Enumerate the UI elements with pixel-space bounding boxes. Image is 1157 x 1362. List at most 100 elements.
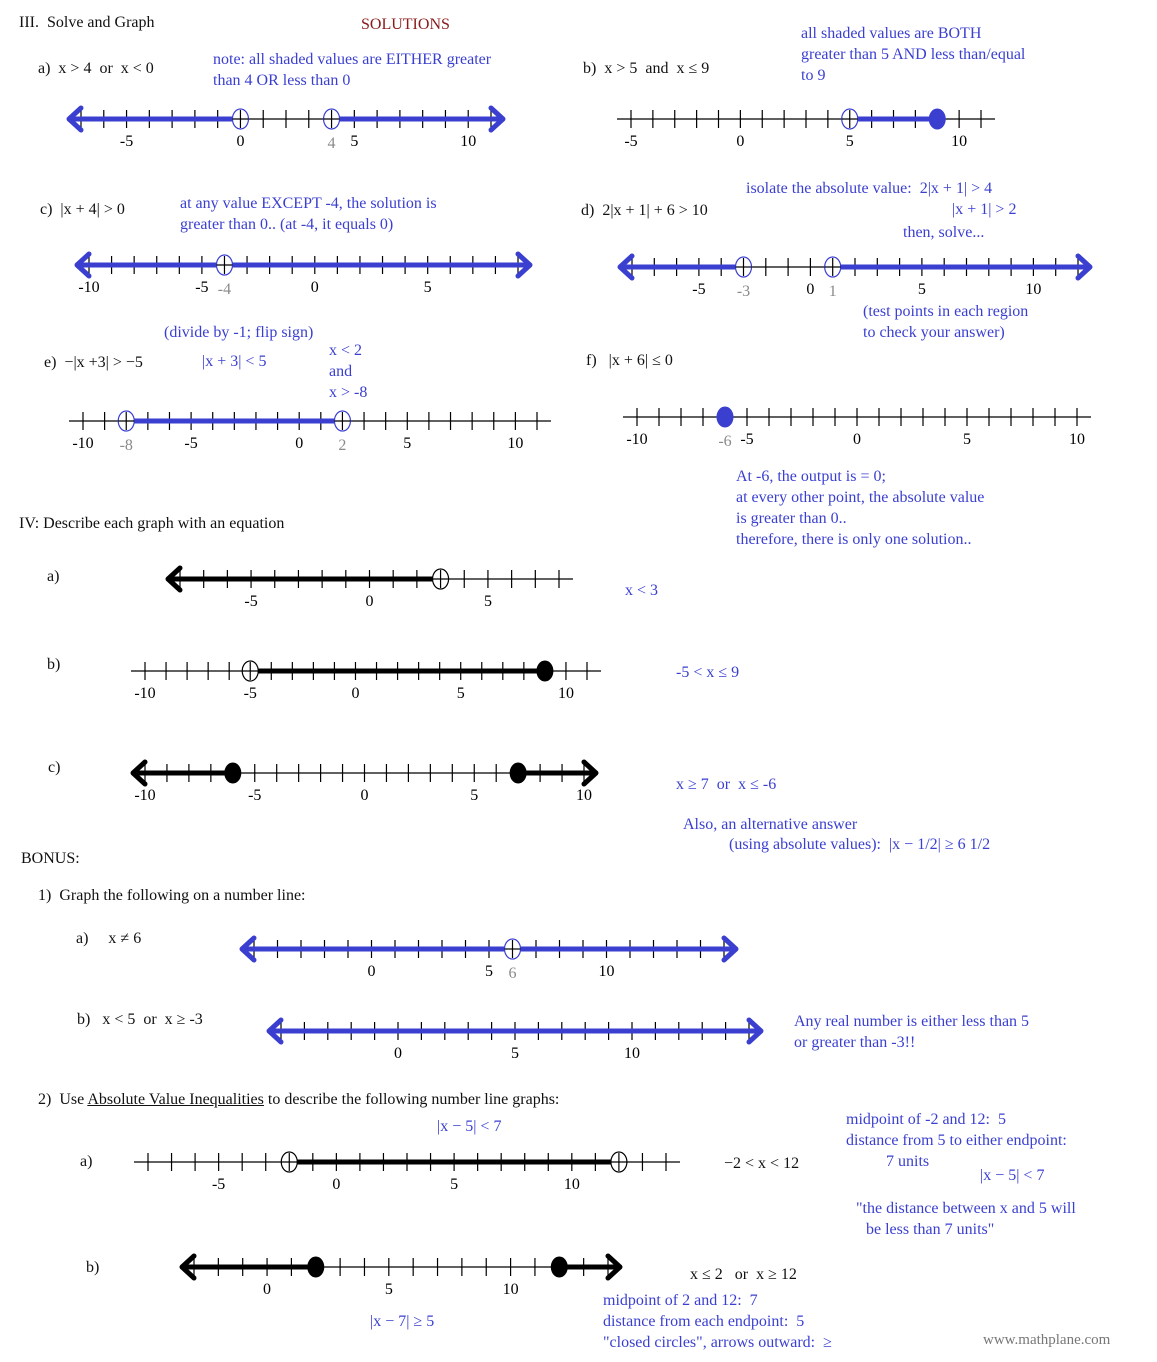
problem-3d-test-note-2: to check your answer) <box>863 324 1005 341</box>
tick-label: 0 <box>295 435 303 452</box>
problem-4c-alt-2: (using absolute values): |x − 1/2| ≥ 6 1… <box>729 836 991 853</box>
bonus-2b-note-1: midpoint of 2 and 12: 7 <box>603 1292 758 1309</box>
problem-4a-label: a) <box>47 568 60 585</box>
tick-label: 5 <box>484 593 492 610</box>
number-line-4b: -10 -5 0 5 10 <box>131 660 601 702</box>
tick-label: -10 <box>72 435 93 452</box>
point-value-label: 6 <box>509 965 517 982</box>
bonus-2b-label: b) <box>86 1259 100 1276</box>
problem-4c-answer: x ≥ 7 or x ≤ -6 <box>676 776 777 793</box>
problem-3e-step-1: (divide by -1; flip sign) <box>164 324 314 341</box>
problem-4b-label: b) <box>47 656 61 673</box>
point-value-label: 2 <box>338 437 346 454</box>
closed-point <box>224 762 242 784</box>
number-line-3f: -10 -5 0 5 10 -6 <box>623 406 1091 450</box>
tick-label: 10 <box>624 1045 640 1062</box>
tick-label: -5 <box>624 133 637 150</box>
tick-label: 5 <box>918 281 926 298</box>
tick-label: -5 <box>244 593 257 610</box>
tick-label: -10 <box>626 431 647 448</box>
problem-3d-note-3: then, solve... <box>903 224 985 241</box>
point-value-label: 1 <box>829 283 837 300</box>
tick-label: 10 <box>558 685 574 702</box>
tick-label: 10 <box>1025 281 1041 298</box>
problem-4c-alt-1: Also, an alternative answer <box>683 816 858 833</box>
problem-3f-note-1: At -6, the output is = 0; <box>736 468 886 485</box>
tick-label: -5 <box>692 281 705 298</box>
problem-3a-note-2: than 4 OR less than 0 <box>213 72 351 89</box>
tick-label: 0 <box>806 281 814 298</box>
problem-4c-label: c) <box>48 759 61 776</box>
closed-point <box>550 1256 568 1278</box>
number-line-4a: -5 0 5 <box>165 565 573 610</box>
tick-label: 10 <box>507 435 523 452</box>
bonus-1b-note-2: or greater than -3!! <box>794 1034 916 1051</box>
problem-3e-step-3c: x > -8 <box>329 384 368 401</box>
tick-label: 5 <box>457 685 465 702</box>
bonus-2a-answer: −2 < x < 12 <box>724 1155 800 1172</box>
point-value-label: -8 <box>120 437 133 454</box>
problem-3e-label: e) −|x +3| > −5 <box>44 354 143 371</box>
tick-label: 10 <box>1069 431 1085 448</box>
bonus-2b-note-3: "closed circles", arrows outward: ≥ <box>603 1334 832 1351</box>
closed-point <box>536 660 554 682</box>
closed-point <box>307 1256 325 1278</box>
tick-label: 0 <box>853 431 861 448</box>
tick-label: -5 <box>212 1176 225 1193</box>
tick-label: 10 <box>951 133 967 150</box>
bonus-2b-answer: x ≤ 2 or x ≥ 12 <box>690 1266 797 1283</box>
tick-label: 5 <box>485 963 493 980</box>
closed-point <box>928 108 946 130</box>
tick-label: 5 <box>350 133 358 150</box>
problem-3d-label: d) 2|x + 1| + 6 > 10 <box>581 202 708 219</box>
problem-3b-label: b) x > 5 and x ≤ 9 <box>583 60 710 77</box>
bonus-2-prompt-num: 2) Use <box>38 1091 88 1108</box>
number-line-3e: -10 -5 0 5 10 -8 2 <box>69 410 551 454</box>
problem-4a-answer: x < 3 <box>625 582 659 599</box>
tick-label: 5 <box>424 279 432 296</box>
problem-3e-step-3a: x < 2 <box>329 342 363 359</box>
tick-label: -5 <box>248 787 261 804</box>
tick-label: 0 <box>351 685 359 702</box>
tick-label: -10 <box>134 787 155 804</box>
solutions-label: SOLUTIONS <box>361 16 450 33</box>
problem-3c-label: c) |x + 4| > 0 <box>40 201 125 218</box>
bonus-title: BONUS: <box>21 850 80 867</box>
tick-label: 0 <box>368 963 376 980</box>
number-line-bonus-1a: 0 5 10 6 <box>239 935 739 982</box>
bonus-1-prompt: 1) Graph the following on a number line: <box>38 887 306 904</box>
tick-label: 5 <box>450 1176 458 1193</box>
number-line-3a: -5 0 5 10 4 <box>66 105 506 152</box>
bonus-2a-note-2: distance from 5 to either endpoint: <box>846 1132 1067 1149</box>
tick-label: 5 <box>511 1045 519 1062</box>
point-value-label: 4 <box>328 135 336 152</box>
tick-label: 10 <box>460 133 476 150</box>
tick-label: 10 <box>564 1176 580 1193</box>
tick-label: -5 <box>120 133 133 150</box>
section-4-title: IV: Describe each graph with an equation <box>19 515 285 532</box>
tick-label: 5 <box>846 133 854 150</box>
problem-3f-note-3: is greater than 0.. <box>736 510 847 527</box>
bonus-2a-label: a) <box>80 1153 93 1170</box>
bonus-2a-note-3: 7 units <box>886 1153 930 1170</box>
number-line-bonus-1b: 0 5 10 <box>266 1017 764 1062</box>
tick-label: 0 <box>736 133 744 150</box>
problem-3a-note-1: note: all shaded values are EITHER great… <box>213 51 492 68</box>
point-value-label: -4 <box>218 281 231 298</box>
tick-label: 10 <box>503 1281 519 1298</box>
point-value-label: -3 <box>737 283 750 300</box>
bonus-2b-note-2: distance from each endpoint: 5 <box>603 1313 805 1330</box>
bonus-2a-above: |x − 5| < 7 <box>437 1118 502 1135</box>
number-line-4c: -10 -5 0 5 10 <box>130 759 599 804</box>
bonus-1b-note-1: Any real number is either less than 5 <box>794 1013 1030 1030</box>
bonus-2-prompt-link: Absolute Value Inequalities <box>87 1091 264 1108</box>
tick-label: 10 <box>576 787 592 804</box>
problem-3f-note-4: therefore, there is only one solution.. <box>736 531 972 548</box>
watermark: www.mathplane.com <box>983 1332 1111 1348</box>
section-3-title: III. Solve and Graph <box>19 14 155 31</box>
tick-label: 5 <box>470 787 478 804</box>
tick-label: 0 <box>366 593 374 610</box>
tick-label: -10 <box>78 279 99 296</box>
number-line-3b: -5 0 5 10 <box>617 108 995 150</box>
closed-point <box>509 762 527 784</box>
